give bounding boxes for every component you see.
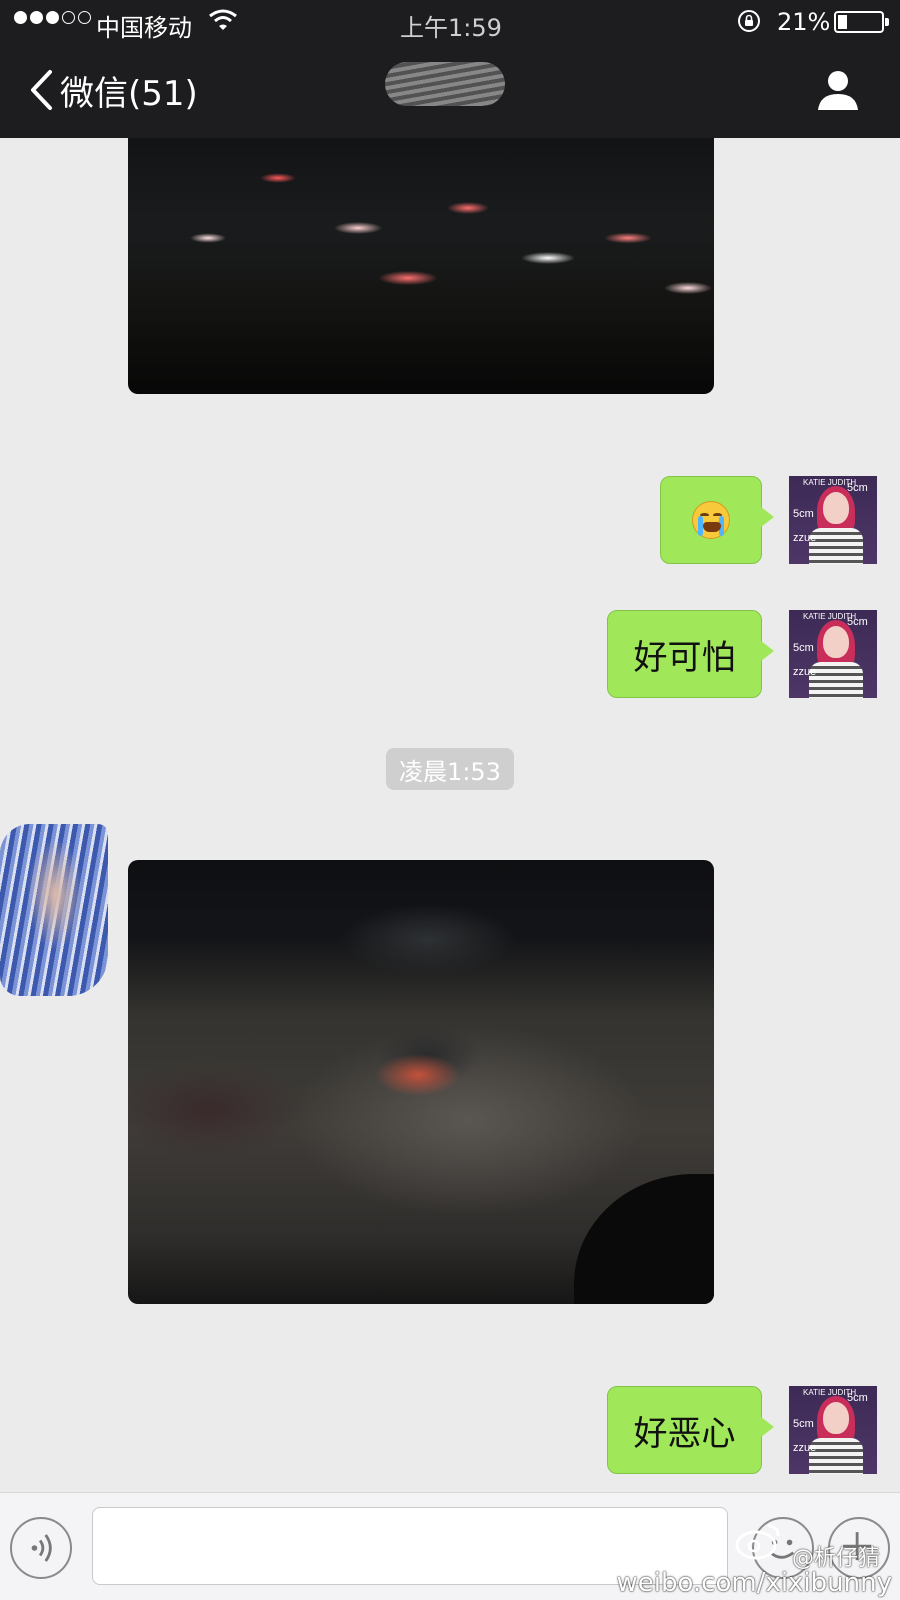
message-text: 好可怕 — [633, 637, 736, 678]
text-message-bubble[interactable]: 好可怕 — [607, 610, 774, 698]
image-message-road-scene[interactable] — [128, 860, 714, 1304]
battery-percent: 21% — [777, 8, 831, 36]
signal-strength-icon — [14, 11, 91, 24]
crying-face-icon — [692, 501, 730, 539]
emoji-message-bubble[interactable] — [660, 476, 774, 564]
conversation-title-redacted — [385, 62, 505, 106]
text-message-bubble[interactable]: 好恶心 — [607, 1386, 774, 1474]
voice-icon — [31, 1534, 52, 1562]
rotation-lock-icon — [738, 10, 760, 32]
message-timestamp: 凌晨1:53 — [386, 748, 514, 790]
my-avatar[interactable]: KATIE JUDITH 5cm 5cm zzue — [789, 610, 877, 698]
message-text: 好恶心 — [633, 1413, 736, 1454]
back-button[interactable]: 微信(51) — [28, 66, 198, 114]
status-bar: 中国移动 上午1:59 21% — [0, 0, 900, 44]
my-avatar[interactable]: KATIE JUDITH 5cm 5cm zzue — [789, 1386, 877, 1474]
carrier-name: 中国移动 — [96, 14, 192, 42]
image-message-night-traffic[interactable] — [128, 138, 714, 394]
contact-avatar-redacted[interactable] — [0, 824, 108, 996]
status-time: 上午1:59 — [400, 14, 502, 42]
weibo-logo-icon — [735, 1524, 780, 1560]
battery-level — [838, 15, 847, 29]
person-icon[interactable] — [816, 68, 860, 112]
voice-input-button[interactable] — [10, 1517, 72, 1579]
message-list[interactable]: KATIE JUDITH 5cm 5cm zzue 好可怕 KATIE JUDI… — [0, 138, 900, 1492]
wifi-icon — [209, 9, 237, 30]
my-avatar[interactable]: KATIE JUDITH 5cm 5cm zzue — [789, 476, 877, 564]
battery-icon — [834, 11, 889, 33]
navigation-bar: 微信(51) — [0, 44, 900, 138]
watermark-url: weibo.com/xixibunny — [616, 1568, 892, 1598]
back-label: 微信(51) — [60, 73, 198, 114]
chevron-left-icon — [31, 70, 52, 110]
